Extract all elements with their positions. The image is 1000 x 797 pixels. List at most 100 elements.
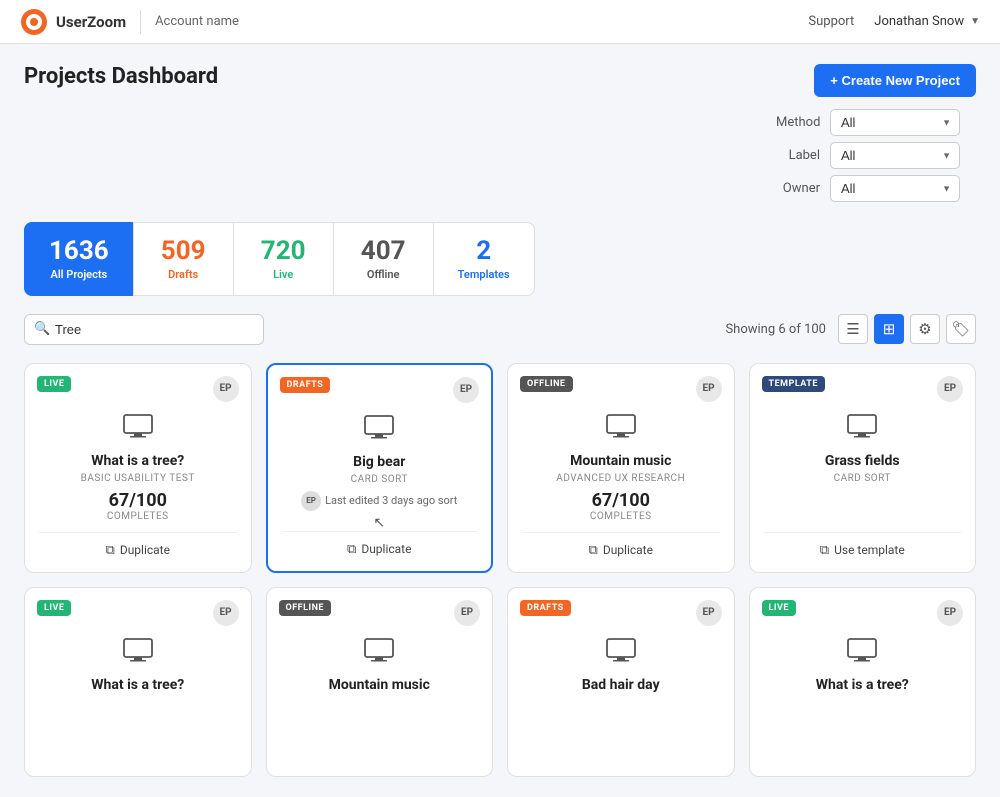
logo-icon bbox=[20, 8, 48, 36]
card-3[interactable]: TEMPLATE EP Grass fields CARD SORT ⧉ Use… bbox=[749, 363, 977, 573]
card-4[interactable]: LIVE EP What is a tree? bbox=[24, 587, 252, 777]
stat-number-offline: 407 bbox=[358, 237, 409, 266]
method-filter-label: Method bbox=[776, 115, 820, 130]
card-action-label-2: Duplicate bbox=[603, 543, 653, 557]
card-edited-avatar-1: EP bbox=[301, 491, 321, 511]
card-edited-1: EP Last edited 3 days ago sort bbox=[301, 491, 457, 511]
tag-view-button[interactable]: 🏷 bbox=[946, 314, 976, 344]
search-input[interactable] bbox=[24, 314, 264, 345]
card-avatar-3: EP bbox=[937, 376, 963, 402]
owner-filter-row: Owner All bbox=[776, 175, 976, 202]
main-content: Projects Dashboard + Create New Project … bbox=[0, 44, 1000, 797]
stat-number-templates: 2 bbox=[458, 237, 510, 266]
owner-filter-label: Owner bbox=[776, 181, 820, 196]
card-icon-6 bbox=[606, 638, 636, 669]
stat-all-projects[interactable]: 1636 All Projects bbox=[24, 222, 133, 296]
card-icon-7 bbox=[847, 638, 877, 669]
page-header: Projects Dashboard + Create New Project … bbox=[24, 64, 976, 202]
card-action-3[interactable]: ⧉ Use template bbox=[764, 543, 962, 558]
card-action-label-0: Duplicate bbox=[120, 543, 170, 557]
card-action-label-1: Duplicate bbox=[361, 542, 411, 556]
card-icon-1 bbox=[364, 415, 394, 446]
card-action-label-3: Use template bbox=[834, 543, 905, 557]
label-filter-wrap: All bbox=[830, 142, 960, 169]
card-title-4: What is a tree? bbox=[91, 677, 184, 693]
card-avatar-6: EP bbox=[696, 600, 722, 626]
card-badge-0: LIVE bbox=[37, 376, 71, 392]
card-avatar-0: EP bbox=[213, 376, 239, 402]
toolbar-right: Showing 6 of 100 ☰ ⊞ ⚙ 🏷 bbox=[725, 314, 976, 344]
page-title: Projects Dashboard bbox=[24, 64, 218, 89]
chevron-down-icon: ▼ bbox=[970, 16, 980, 27]
card-title-1: Big bear bbox=[353, 454, 405, 470]
card-avatar-1: EP bbox=[453, 377, 479, 403]
card-2[interactable]: OFFLINE EP Mountain music ADVANCED UX RE… bbox=[507, 363, 735, 573]
card-title-7: What is a tree? bbox=[816, 677, 909, 693]
label-filter-row: Label All bbox=[776, 142, 976, 169]
method-filter-select[interactable]: All bbox=[830, 109, 960, 136]
card-icon-4 bbox=[123, 638, 153, 669]
card-badge-4: LIVE bbox=[37, 600, 71, 616]
card-7[interactable]: LIVE EP What is a tree? bbox=[749, 587, 977, 777]
method-filter-wrap: All bbox=[830, 109, 960, 136]
card-icon-0 bbox=[123, 414, 153, 445]
stat-templates[interactable]: 2 Templates bbox=[433, 222, 535, 296]
card-action-0[interactable]: ⧉ Duplicate bbox=[39, 543, 237, 558]
account-name: Account name bbox=[155, 14, 239, 29]
duplicate-icon-3: ⧉ bbox=[820, 543, 829, 558]
stat-label-all: All Projects bbox=[49, 268, 109, 281]
card-badge-6: DRAFTS bbox=[520, 600, 571, 616]
card-subtitle-0: BASIC USABILITY TEST bbox=[81, 473, 195, 484]
logo[interactable]: UserZoom bbox=[20, 8, 126, 36]
card-title-0: What is a tree? bbox=[91, 453, 184, 469]
card-title-3: Grass fields bbox=[825, 453, 900, 469]
label-filter-label: Label bbox=[776, 148, 820, 163]
card-0[interactable]: LIVE EP What is a tree? BASIC USABILITY … bbox=[24, 363, 252, 573]
user-name: Jonathan Snow bbox=[874, 14, 964, 29]
card-avatar-4: EP bbox=[213, 600, 239, 626]
card-1[interactable]: DRAFTS EP Big bear CARD SORT EP Last edi… bbox=[266, 363, 494, 573]
list-view-button[interactable]: ☰ bbox=[838, 314, 868, 344]
logo-text: UserZoom bbox=[56, 13, 126, 31]
cards-grid: LIVE EP What is a tree? BASIC USABILITY … bbox=[24, 363, 976, 777]
search-icon: 🔍 bbox=[34, 322, 50, 337]
owner-filter-wrap: All bbox=[830, 175, 960, 202]
stats-row: 1636 All Projects 509 Drafts 720 Live 40… bbox=[24, 222, 976, 296]
stat-drafts[interactable]: 509 Drafts bbox=[133, 222, 233, 296]
card-avatar-7: EP bbox=[937, 600, 963, 626]
cursor-icon-1: ↖ bbox=[373, 515, 385, 531]
card-icon-3 bbox=[847, 414, 877, 445]
card-footer-3: ⧉ Use template bbox=[764, 532, 962, 558]
stat-offline[interactable]: 407 Offline bbox=[333, 222, 433, 296]
card-subtitle-1: CARD SORT bbox=[351, 474, 408, 485]
card-6[interactable]: DRAFTS EP Bad hair day bbox=[507, 587, 735, 777]
card-title-6: Bad hair day bbox=[582, 677, 660, 693]
card-badge-1: DRAFTS bbox=[280, 377, 331, 393]
stat-live[interactable]: 720 Live bbox=[233, 222, 333, 296]
card-badge-5: OFFLINE bbox=[279, 600, 332, 616]
filters-panel: Method All Label All bbox=[776, 109, 976, 202]
label-filter-select[interactable]: All bbox=[830, 142, 960, 169]
card-action-2[interactable]: ⧉ Duplicate bbox=[522, 543, 720, 558]
header-right: Support Jonathan Snow ▼ bbox=[808, 14, 980, 29]
card-badge-7: LIVE bbox=[762, 600, 796, 616]
user-menu[interactable]: Jonathan Snow ▼ bbox=[874, 14, 980, 29]
app-header: UserZoom Account name Support Jonathan S… bbox=[0, 0, 1000, 44]
create-project-button[interactable]: + Create New Project bbox=[814, 64, 976, 97]
card-badge-3: TEMPLATE bbox=[762, 376, 825, 392]
card-avatar-2: EP bbox=[696, 376, 722, 402]
card-icon-5 bbox=[364, 638, 394, 669]
settings-view-button[interactable]: ⚙ bbox=[910, 314, 940, 344]
card-stat-label-2: COMPLETES bbox=[590, 511, 652, 522]
method-filter-row: Method All bbox=[776, 109, 976, 136]
stat-label-live: Live bbox=[258, 268, 309, 281]
card-action-1[interactable]: ⧉ Duplicate bbox=[282, 542, 478, 557]
card-stat-2: 67/100 bbox=[592, 490, 650, 511]
grid-view-button[interactable]: ⊞ bbox=[874, 314, 904, 344]
support-link[interactable]: Support bbox=[808, 14, 854, 29]
duplicate-icon-0: ⧉ bbox=[106, 543, 115, 558]
stat-label-templates: Templates bbox=[458, 268, 510, 281]
owner-filter-select[interactable]: All bbox=[830, 175, 960, 202]
duplicate-icon-1: ⧉ bbox=[347, 542, 356, 557]
card-5[interactable]: OFFLINE EP Mountain music bbox=[266, 587, 494, 777]
